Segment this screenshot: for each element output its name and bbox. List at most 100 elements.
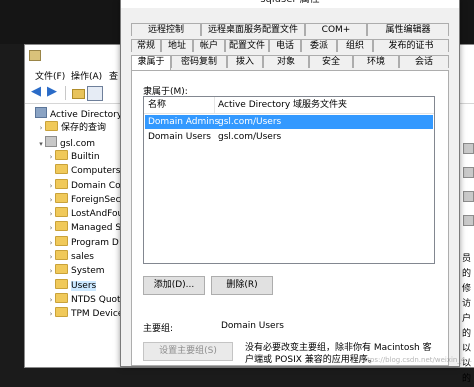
tree-node[interactable]: › Program D bbox=[47, 235, 119, 250]
text-fragment: 修 bbox=[462, 284, 472, 294]
tree-node-label: ForeignSecu bbox=[71, 194, 124, 205]
chevron-right-icon[interactable]: › bbox=[47, 179, 55, 193]
chevron-right-icon[interactable]: › bbox=[47, 150, 55, 164]
chevron-right-icon[interactable]: › bbox=[47, 193, 55, 207]
remove-button[interactable]: 删除(R) bbox=[211, 276, 273, 295]
tab-address[interactable]: 地址 bbox=[161, 39, 193, 52]
tree-node-label: NTDS Quot bbox=[71, 294, 121, 305]
primary-group-label: 主要组: bbox=[143, 324, 174, 334]
back-arrow-icon[interactable]: ◀ bbox=[31, 85, 45, 99]
add-button[interactable]: 添加(D)... bbox=[143, 276, 205, 295]
chevron-right-icon[interactable]: › bbox=[47, 221, 55, 235]
folder-icon bbox=[55, 292, 68, 303]
tree-node[interactable]: Users bbox=[47, 278, 97, 293]
tree-node-label: Builtin bbox=[71, 151, 100, 162]
tree-node-label: TPM Device bbox=[71, 309, 124, 320]
tree-node-label: Active Directory 用 bbox=[50, 110, 123, 120]
tab-telephones[interactable]: 电话 bbox=[269, 39, 301, 52]
chevron-right-icon[interactable]: › bbox=[37, 121, 45, 135]
set-primary-group-button[interactable]: 设置主要组(S) bbox=[143, 342, 233, 361]
chevron-down-icon[interactable]: ▾ bbox=[37, 137, 45, 151]
folder-icon bbox=[55, 192, 68, 203]
folder-icon bbox=[55, 178, 68, 189]
user-properties-dialog: sqluser 属性 远程控制 远程桌面服务配置文件 COM+ 属性编辑器 常规… bbox=[120, 0, 460, 367]
chevron-right-icon[interactable]: › bbox=[47, 207, 55, 221]
tree-node[interactable]: › System bbox=[47, 264, 105, 278]
tree-node-label: Program D bbox=[71, 237, 119, 248]
forward-arrow-icon[interactable]: ▶ bbox=[47, 85, 61, 99]
menu-action[interactable]: 操作(A) bbox=[71, 69, 102, 82]
tree-node[interactable]: › ForeignSecu bbox=[47, 192, 124, 207]
tab-dial-in[interactable]: 拨入 bbox=[227, 55, 263, 68]
text-fragment: 的 bbox=[462, 269, 472, 279]
tree-node-label: System bbox=[71, 266, 105, 277]
menu-view[interactable]: 查 bbox=[109, 69, 118, 82]
text-fragment: 户 bbox=[462, 314, 472, 324]
tab-sessions[interactable]: 会话 bbox=[399, 55, 449, 68]
tab-object[interactable]: 对象 bbox=[263, 55, 309, 68]
primary-group-value: Domain Users bbox=[221, 321, 284, 331]
up-folder-icon[interactable] bbox=[71, 86, 85, 99]
tab-delegation[interactable]: 委派 bbox=[301, 39, 337, 52]
tree-node-label: Computers bbox=[71, 166, 121, 177]
tab-environment[interactable]: 环境 bbox=[353, 55, 399, 68]
dialog-title: sqluser 属性 bbox=[121, 0, 459, 8]
chevron-right-icon[interactable]: › bbox=[47, 236, 55, 250]
groups-list[interactable]: 名称 Active Directory 域服务文件夹 Domain Admins… bbox=[143, 96, 435, 264]
tab-profile[interactable]: 配置文件 bbox=[225, 39, 269, 52]
text-fragment: 访 bbox=[462, 299, 472, 309]
folder-icon bbox=[55, 221, 68, 232]
folder-icon bbox=[55, 250, 68, 260]
group-folder: gsl.com/Users bbox=[218, 132, 282, 142]
folder-icon bbox=[55, 235, 68, 246]
tree-node[interactable]: › Domain Co bbox=[47, 178, 121, 193]
group-name: Domain Users bbox=[148, 132, 211, 142]
tree-node[interactable]: › Managed S bbox=[47, 221, 121, 235]
object-icon bbox=[463, 167, 474, 178]
tab-remote-control[interactable]: 远程控制 bbox=[131, 23, 201, 36]
tree-node[interactable]: Active Directory 用 bbox=[27, 107, 123, 121]
folder-icon bbox=[55, 149, 68, 160]
tree-node[interactable]: › LostAndFou bbox=[47, 207, 123, 221]
list-item[interactable]: Domain Admins gsl.com/Users bbox=[145, 115, 433, 129]
tree-node[interactable]: › 保存的查询 bbox=[37, 121, 106, 135]
menu-file[interactable]: 文件(F) bbox=[35, 69, 65, 82]
folder-icon bbox=[55, 307, 68, 318]
chevron-right-icon[interactable]: › bbox=[47, 307, 55, 321]
tree-node-label: Managed S bbox=[71, 223, 122, 234]
show-pane-icon[interactable] bbox=[87, 86, 103, 101]
console-tree: Active Directory 用 › 保存的查询 ▾ gsl.com › Builtin… bbox=[25, 105, 124, 367]
folder-icon bbox=[45, 121, 58, 132]
list-item[interactable]: Domain Users gsl.com/Users bbox=[145, 130, 433, 144]
tab-com-plus[interactable]: COM+ bbox=[305, 23, 367, 36]
chevron-right-icon[interactable]: › bbox=[47, 293, 55, 307]
tree-node[interactable]: ▾ gsl.com bbox=[37, 135, 95, 151]
tab-password-replication[interactable]: 密码复制 bbox=[171, 55, 227, 68]
group-name: Domain Admins bbox=[148, 117, 220, 127]
chevron-right-icon[interactable]: › bbox=[47, 250, 55, 264]
tree-node[interactable]: › Builtin bbox=[47, 149, 100, 164]
tree-node[interactable]: Computers bbox=[47, 164, 120, 178]
tab-security[interactable]: 安全 bbox=[309, 55, 353, 68]
text-fragment: 员 bbox=[462, 254, 472, 264]
tab-general[interactable]: 常规 bbox=[131, 39, 161, 52]
folder-icon bbox=[55, 164, 68, 175]
object-icon bbox=[463, 143, 474, 154]
tree-node[interactable]: › sales bbox=[47, 250, 94, 264]
column-header-name[interactable]: 名称 bbox=[148, 97, 215, 113]
tree-node-label: Users bbox=[71, 280, 97, 291]
tab-published-certificates[interactable]: 发布的证书 bbox=[373, 39, 449, 52]
tab-organization[interactable]: 组织 bbox=[337, 39, 373, 52]
tree-node[interactable]: › NTDS Quot bbox=[47, 292, 121, 307]
tab-member-of[interactable]: 隶属于 bbox=[131, 55, 171, 70]
tab-rds-profile[interactable]: 远程桌面服务配置文件 bbox=[201, 23, 305, 36]
groups-list-header: 名称 Active Directory 域服务文件夹 bbox=[144, 97, 434, 114]
tree-node-label: LostAndFou bbox=[71, 209, 124, 220]
chevron-right-icon[interactable]: › bbox=[47, 264, 55, 278]
tab-attribute-editor[interactable]: 属性编辑器 bbox=[367, 23, 449, 36]
tree-node[interactable]: › TPM Device bbox=[47, 307, 123, 321]
folder-icon bbox=[55, 278, 68, 289]
tab-account[interactable]: 帐户 bbox=[193, 39, 225, 52]
column-header-folder[interactable]: Active Directory 域服务文件夹 bbox=[218, 97, 347, 113]
right-pane-text-fragments: 员的修访户的以以的 bbox=[462, 252, 474, 387]
